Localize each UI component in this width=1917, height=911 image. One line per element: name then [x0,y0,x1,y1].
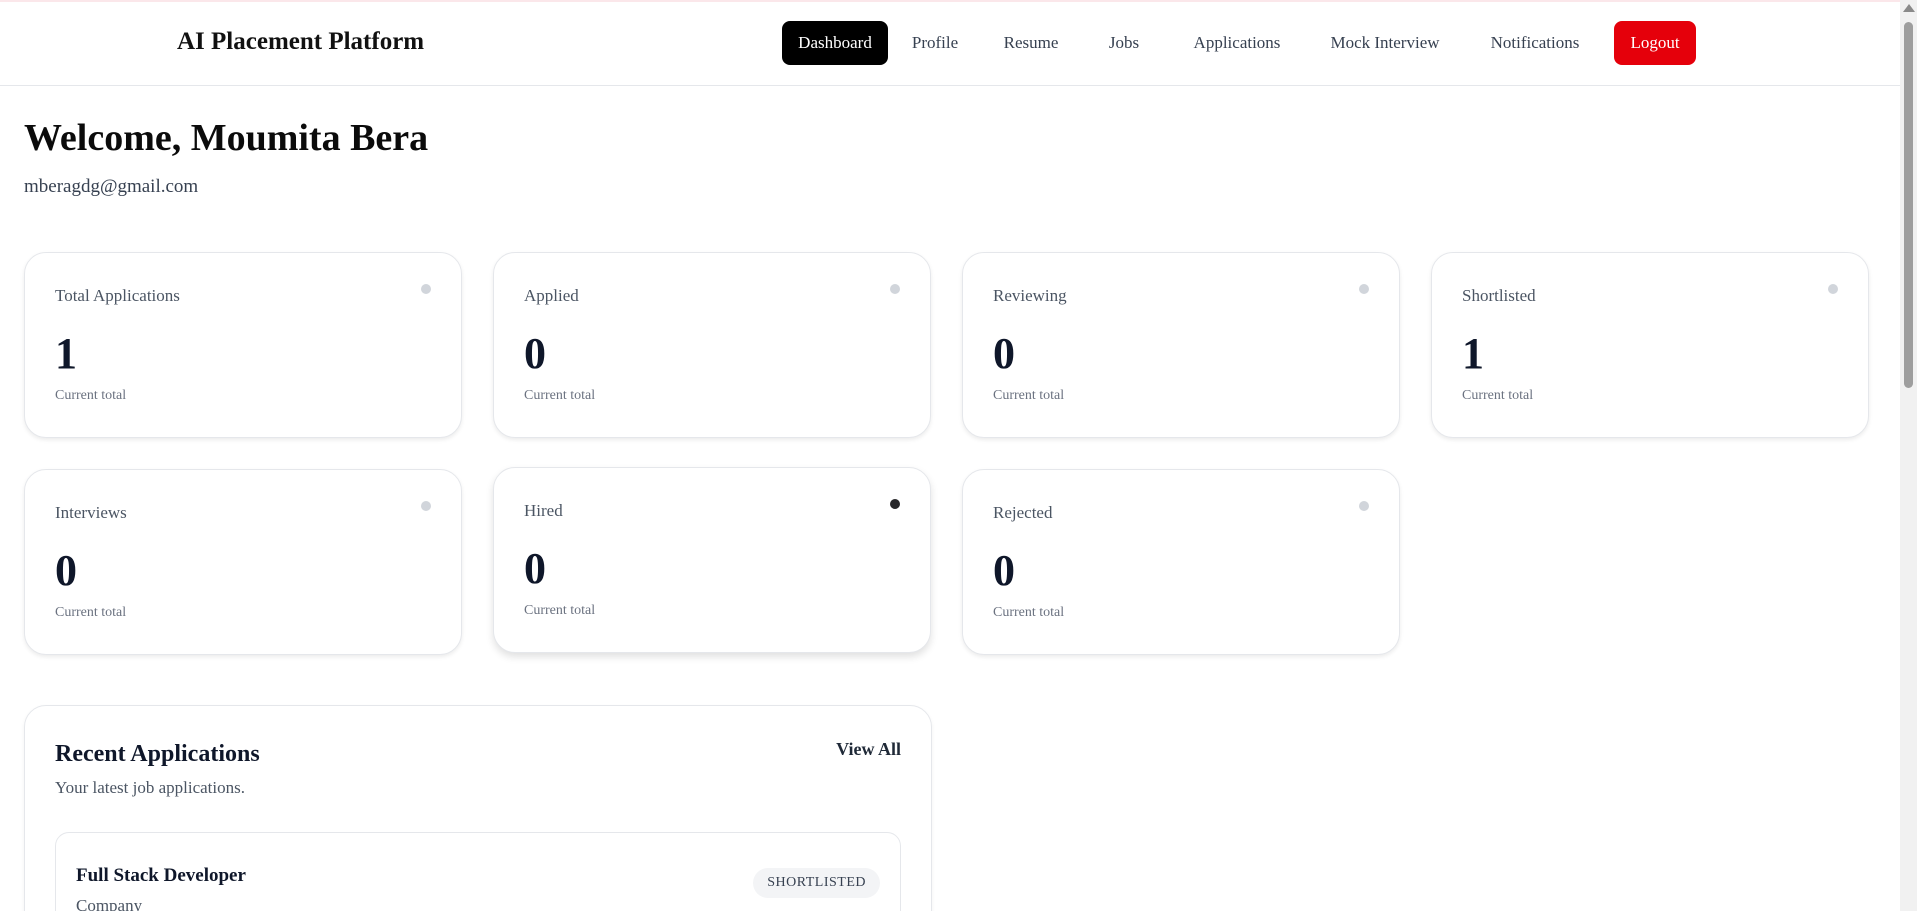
stat-value: 0 [524,544,546,593]
stat-value: 1 [1462,329,1484,378]
stat-card-interviews: Interviews 0 Current total [24,469,462,655]
application-item[interactable]: Full Stack Developer Company SHORTLISTED [55,832,901,911]
stat-label: Reviewing [993,286,1067,305]
nav-profile[interactable]: Profile [904,21,966,65]
stat-label: Shortlisted [1462,286,1536,305]
stat-value: 0 [55,546,77,595]
status-badge: SHORTLISTED [753,868,880,898]
status-dot-icon [890,499,900,509]
job-title: Full Stack Developer [76,865,246,886]
nav-mock-interview[interactable]: Mock Interview [1320,21,1450,65]
welcome-heading: Welcome, Moumita Bera [24,117,429,159]
stat-caption: Current total [993,388,1065,403]
stat-value: 0 [993,329,1015,378]
stat-value: 1 [55,329,77,378]
stat-value: 0 [993,546,1015,595]
stat-caption: Current total [993,605,1065,620]
nav-dashboard[interactable]: Dashboard [782,21,888,65]
stat-label: Hired [524,501,563,520]
nav-jobs[interactable]: Jobs [1102,21,1146,65]
stat-value: 0 [524,329,546,378]
status-dot-icon [421,284,431,294]
stat-caption: Current total [524,388,596,403]
status-dot-icon [1828,284,1838,294]
navbar: AI Placement Platform Dashboard Profile … [0,2,1900,86]
nav-applications[interactable]: Applications [1186,21,1288,65]
scroll-up-arrow-icon[interactable] [1903,4,1915,12]
nav-notifications[interactable]: Notifications [1482,21,1588,65]
status-dot-icon [1359,284,1369,294]
panel-title: Recent Applications [55,741,260,767]
stat-label: Rejected [993,503,1053,522]
recent-applications-panel: Recent Applications Your latest job appl… [24,705,932,911]
stat-card-hired: Hired 0 Current total [493,467,931,653]
page-scrollbar[interactable] [1900,0,1917,911]
panel-subtitle: Your latest job applications. [55,778,245,797]
brand-title[interactable]: AI Placement Platform [177,28,424,56]
stat-card-reviewing: Reviewing 0 Current total [962,252,1400,438]
company-name: Company [76,896,143,911]
view-all-link[interactable]: View All [836,739,901,760]
stat-card-rejected: Rejected 0 Current total [962,469,1400,655]
status-dot-icon [890,284,900,294]
stat-caption: Current total [55,605,127,620]
stat-card-shortlisted: Shortlisted 1 Current total [1431,252,1869,438]
stat-card-total-applications: Total Applications 1 Current total [24,252,462,438]
stat-label: Interviews [55,503,127,522]
status-dot-icon [1359,501,1369,511]
user-email: mberagdg@gmail.com [24,176,199,197]
nav-resume[interactable]: Resume [996,21,1066,65]
stat-label: Total Applications [55,286,180,305]
status-dot-icon [421,501,431,511]
stat-caption: Current total [55,388,127,403]
logout-button[interactable]: Logout [1614,21,1696,65]
scroll-thumb[interactable] [1904,22,1913,388]
stat-label: Applied [524,286,579,305]
main-nav: Dashboard Profile Resume Jobs Applicatio… [782,21,1696,65]
stat-caption: Current total [524,603,596,618]
stat-card-applied: Applied 0 Current total [493,252,931,438]
stat-caption: Current total [1462,388,1534,403]
